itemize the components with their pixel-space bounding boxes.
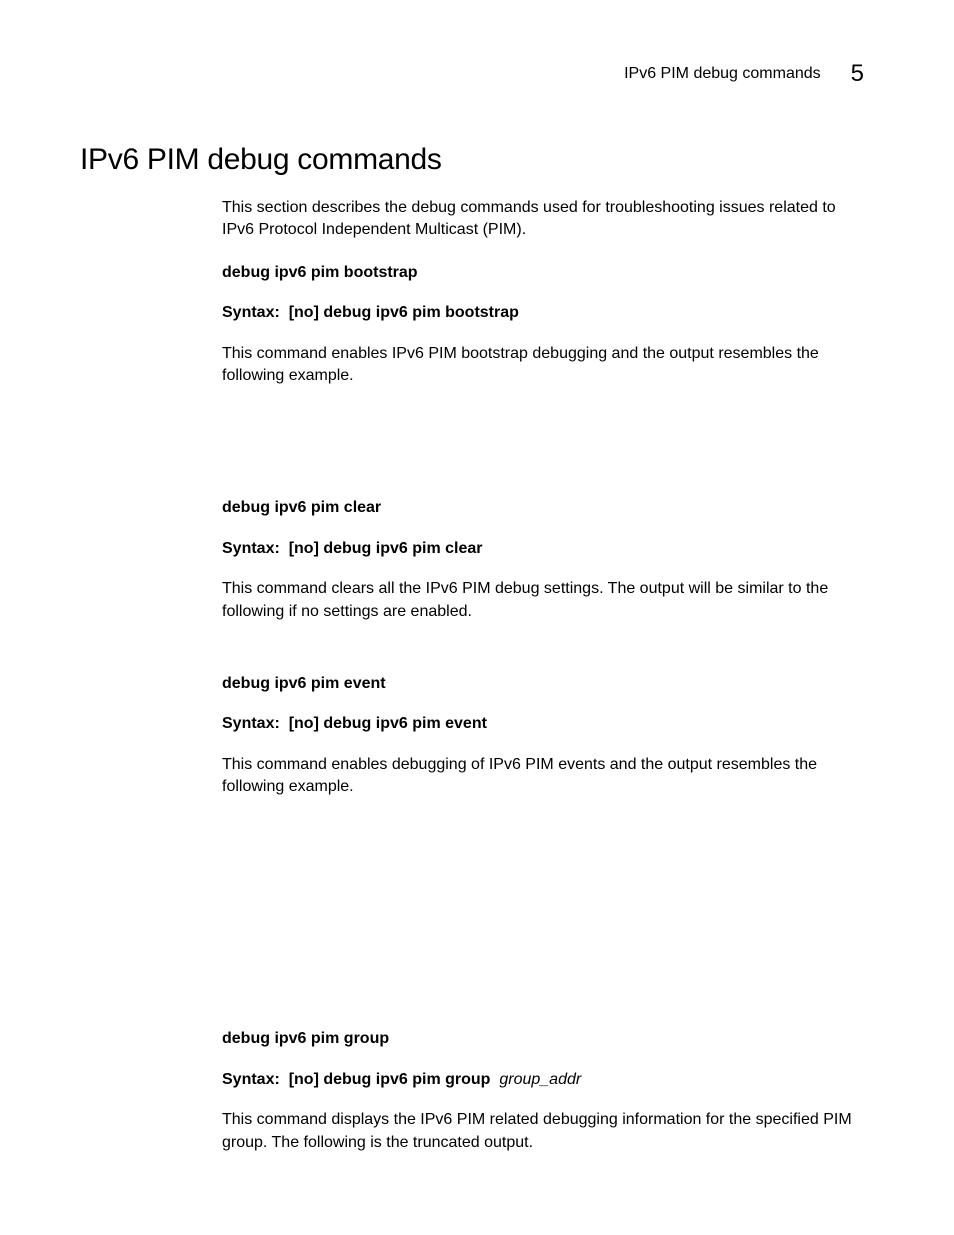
command-description: This command clears all the IPv6 PIM deb… bbox=[222, 578, 864, 623]
intro-paragraph: This section describes the debug command… bbox=[222, 197, 864, 242]
command-name: debug ipv6 pim bootstrap bbox=[222, 262, 864, 284]
section-heading: IPv6 PIM debug commands bbox=[80, 143, 864, 177]
command-description: This command enables IPv6 PIM bootstrap … bbox=[222, 343, 864, 388]
syntax-label: Syntax: bbox=[222, 304, 280, 321]
command-description: This command enables debugging of IPv6 P… bbox=[222, 754, 864, 799]
body-content: This section describes the debug command… bbox=[222, 197, 864, 1154]
syntax-text: [no] debug ipv6 pim bootstrap bbox=[289, 304, 519, 321]
syntax-text: [no] debug ipv6 pim clear bbox=[289, 540, 483, 557]
running-header: IPv6 PIM debug commands 5 bbox=[80, 60, 864, 88]
command-block: debug ipv6 pim group Syntax: [no] debug … bbox=[222, 1028, 864, 1154]
command-name: debug ipv6 pim event bbox=[222, 673, 864, 695]
command-block: debug ipv6 pim event Syntax: [no] debug … bbox=[222, 673, 864, 799]
syntax-text: [no] debug ipv6 pim event bbox=[289, 715, 487, 732]
syntax-label: Syntax: bbox=[222, 1071, 280, 1088]
command-syntax: Syntax: [no] debug ipv6 pim group group_… bbox=[222, 1069, 864, 1091]
command-syntax: Syntax: [no] debug ipv6 pim event bbox=[222, 713, 864, 735]
chapter-number: 5 bbox=[851, 60, 864, 88]
syntax-label: Syntax: bbox=[222, 715, 280, 732]
command-block: debug ipv6 pim bootstrap Syntax: [no] de… bbox=[222, 262, 864, 388]
command-syntax: Syntax: [no] debug ipv6 pim bootstrap bbox=[222, 302, 864, 324]
command-syntax: Syntax: [no] debug ipv6 pim clear bbox=[222, 538, 864, 560]
syntax-arg: group_addr bbox=[495, 1071, 581, 1088]
command-description: This command displays the IPv6 PIM relat… bbox=[222, 1109, 864, 1154]
command-name: debug ipv6 pim clear bbox=[222, 497, 864, 519]
command-name: debug ipv6 pim group bbox=[222, 1028, 864, 1050]
syntax-label: Syntax: bbox=[222, 540, 280, 557]
command-block: debug ipv6 pim clear Syntax: [no] debug … bbox=[222, 497, 864, 623]
running-header-title: IPv6 PIM debug commands bbox=[624, 65, 821, 83]
syntax-text: [no] debug ipv6 pim group bbox=[289, 1071, 491, 1088]
